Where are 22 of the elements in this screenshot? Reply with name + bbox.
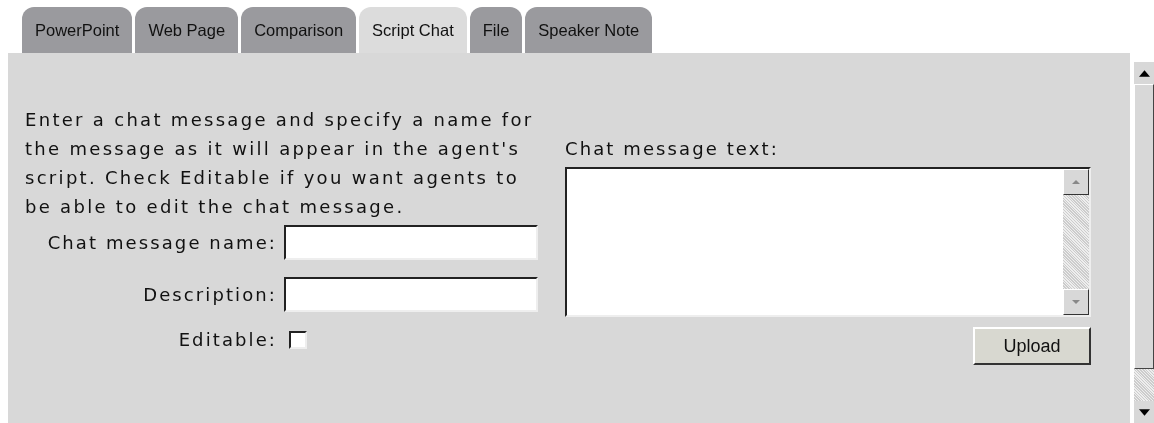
scrollbar[interactable] (1134, 62, 1154, 423)
scrollbar-thumb[interactable] (1134, 84, 1154, 369)
field-label: Description: (142, 284, 277, 305)
input-field[interactable] (284, 225, 538, 260)
tab[interactable]: Speaker Note (525, 7, 653, 53)
field-label: Editable: (177, 329, 277, 350)
field-label: Chat message name: (46, 232, 277, 253)
field-label: Chat message text: (565, 137, 780, 161)
upload-button[interactable]: Upload (973, 327, 1091, 365)
up-arrow-icon (1138, 69, 1150, 77)
tab[interactable]: Comparison (241, 7, 357, 53)
checkbox[interactable] (289, 330, 307, 349)
input-field[interactable] (284, 277, 538, 312)
down-arrow-icon (1071, 299, 1081, 305)
tab[interactable]: PowerPoint (22, 7, 133, 53)
down-arrow-icon (1138, 408, 1150, 416)
tab[interactable]: File (469, 7, 523, 53)
tab[interactable]: Script Chat (359, 7, 467, 53)
tab[interactable]: Web Page (135, 7, 239, 53)
scrollbar[interactable] (1063, 169, 1089, 315)
instructions-text: Enter a chat message and specify a name for the message as it will appear in the agent's script. Check Editable if you want agents to be able to edit the chat message. (25, 108, 535, 219)
up-arrow-icon (1071, 179, 1081, 185)
